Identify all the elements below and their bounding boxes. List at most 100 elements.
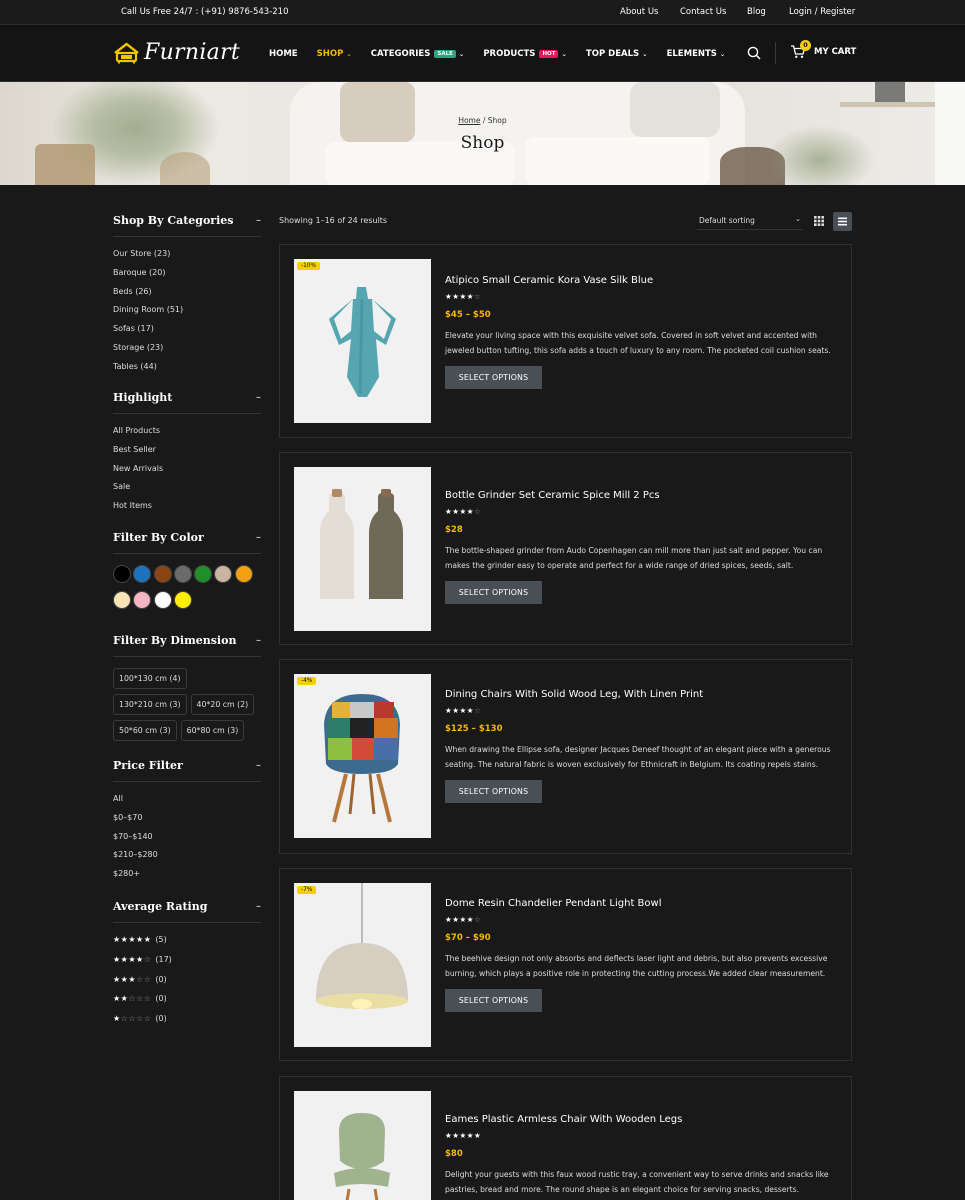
select-options-button[interactable]: SELECT OPTIONS [445,581,542,604]
highlight-link[interactable]: Sale [113,482,261,501]
collapse-icon[interactable]: – [256,901,261,912]
blog-link[interactable]: Blog [747,7,766,17]
highlight-link[interactable]: All Products [113,426,261,445]
color-swatch[interactable] [153,565,172,583]
nav-tag-badge: SALE [434,50,456,58]
highlight-link[interactable]: Hot Items [113,501,261,520]
product-name-link[interactable]: Atipico Small Ceramic Kora Vase Silk Blu… [445,275,837,286]
nav-item-top-deals[interactable]: TOP DEALS ⌄ [586,49,648,59]
color-swatch[interactable] [113,591,131,609]
collapse-icon[interactable]: – [256,760,261,771]
product-name-link[interactable]: Bottle Grinder Set Ceramic Spice Mill 2 … [445,490,837,501]
categories-widget: Shop By Categories – Our Store (23) Baroq… [113,212,261,381]
highlight-link[interactable]: Best Seller [113,445,261,464]
nav-item-home[interactable]: HOME [269,49,298,59]
rating-option[interactable]: ★☆☆☆☆ (0) [113,1014,261,1034]
rating-filter-header[interactable]: Average Rating – [113,898,261,914]
nav-item-label: ELEMENTS [666,49,717,59]
sort-dropdown[interactable]: Default sorting ⌄ [697,212,803,230]
color-swatch[interactable] [234,565,253,583]
product-image[interactable] [294,1091,431,1200]
discount-badge: -10% [297,262,320,270]
dimension-chip[interactable]: 100*130 cm (4) [113,668,187,689]
color-swatch[interactable] [173,591,192,609]
rating-option[interactable]: ★★★☆☆ (0) [113,975,261,995]
price-filter-header[interactable]: Price Filter – [113,757,261,773]
categories-header[interactable]: Shop By Categories – [113,212,261,228]
price-range-link[interactable]: $70–$140 [113,832,261,851]
sort-dropdown-value: Default sorting [699,216,755,225]
dimension-chip[interactable]: 40*20 cm (2) [190,694,255,715]
price-list: All $0–$70 $70–$140 $210–$280 $280+ [113,794,261,888]
category-link[interactable]: Beds (26) [113,287,261,306]
color-swatch[interactable] [173,565,192,583]
product-name-link[interactable]: Eames Plastic Armless Chair With Wooden … [445,1114,837,1125]
rating-option[interactable]: ★★★★★ (5) [113,935,261,955]
cart-button[interactable]: 0 MY CART [790,40,856,59]
highlight-header[interactable]: Highlight – [113,389,261,405]
product-info: Dining Chairs With Solid Wood Leg, With … [445,689,837,803]
category-link[interactable]: Storage (23) [113,343,261,362]
star-icon: ☆ [143,994,152,1004]
product-name-link[interactable]: Dining Chairs With Solid Wood Leg, With … [445,689,837,700]
grid-view-icon[interactable] [810,212,828,230]
select-options-button[interactable]: SELECT OPTIONS [445,989,542,1012]
nav-item-elements[interactable]: ELEMENTS ⌄ [667,49,726,59]
color-swatch[interactable] [153,591,172,609]
breadcrumb-home-link[interactable]: Home [458,116,480,125]
collapse-icon[interactable]: – [256,392,261,403]
product-description: The bottle-shaped grinder from Audo Cope… [445,546,823,570]
select-options-button[interactable]: SELECT OPTIONS [445,366,542,389]
color-swatch[interactable] [194,565,213,583]
product-image[interactable]: -7% [294,883,431,1047]
category-link[interactable]: Sofas (17) [113,324,261,343]
category-link[interactable]: Tables (44) [113,362,261,381]
select-options-button[interactable]: SELECT OPTIONS [445,780,542,803]
star-icon: ☆ [136,994,144,1004]
nav-item-products[interactable]: PRODUCTS HOT ⌄ [483,49,567,59]
nav-item-shop[interactable]: SHOP ⌄ [317,49,352,59]
collapse-icon[interactable]: – [256,215,261,226]
product-image[interactable]: -10% [294,259,431,423]
product-rating: ★★★★☆ [445,915,837,924]
category-link[interactable]: Baroque (20) [113,268,261,287]
search-icon[interactable] [747,46,761,60]
nav-item-categories[interactable]: CATEGORIES SALE ⌄ [371,49,465,59]
rating-option[interactable]: ★★☆☆☆ (0) [113,994,261,1014]
color-filter-header[interactable]: Filter By Color – [113,529,261,545]
product-price: $80 [445,1149,463,1159]
product-image[interactable]: -4% [294,674,431,838]
color-swatch[interactable] [133,591,152,609]
rating-option[interactable]: ★★★★☆ (17) [113,955,261,975]
rating-options: ★★★★★ (5) ★★★★☆ (17) ★★★☆☆ (0) ★★☆☆☆ (0) ★☆☆☆☆ (0… [113,935,261,1034]
contact-us-link[interactable]: Contact Us [680,7,726,17]
logo[interactable]: Furniart [113,40,240,65]
color-swatch[interactable] [113,565,131,583]
price-range-link[interactable]: $280+ [113,869,261,888]
category-link[interactable]: Dining Room (51) [113,305,261,324]
login-register-link[interactable]: Login / Register [789,7,855,17]
highlight-link[interactable]: New Arrivals [113,464,261,483]
dimension-chip[interactable]: 130*210 cm (3) [113,694,187,715]
about-us-link[interactable]: About Us [620,7,658,17]
category-link[interactable]: Our Store (23) [113,249,261,268]
dimension-filter-header[interactable]: Filter By Dimension – [113,632,261,648]
color-swatch[interactable] [133,565,152,583]
price-filter-widget: Price Filter – All $0–$70 $70–$140 $210–$28… [113,757,261,888]
product-description: Delight your guests with this faux wood … [445,1170,829,1194]
star-icon: ★ [113,994,121,1004]
price-range-link[interactable]: $0–$70 [113,813,261,832]
nav-tag-badge: HOT [539,50,559,58]
product-image[interactable] [294,467,431,631]
product-rating: ★★★★☆ [445,292,837,301]
highlight-list: All Products Best Seller New Arrivals Sale H… [113,426,261,520]
collapse-icon[interactable]: – [256,635,261,646]
price-range-link[interactable]: $210–$280 [113,850,261,869]
dimension-chip[interactable]: 60*80 cm (3) [180,720,245,741]
list-view-button[interactable] [833,212,852,231]
price-range-link[interactable]: All [113,794,261,813]
color-swatch[interactable] [214,565,233,583]
dimension-chip[interactable]: 50*60 cm (3) [113,720,177,741]
collapse-icon[interactable]: – [256,532,261,543]
product-name-link[interactable]: Dome Resin Chandelier Pendant Light Bowl [445,898,837,909]
